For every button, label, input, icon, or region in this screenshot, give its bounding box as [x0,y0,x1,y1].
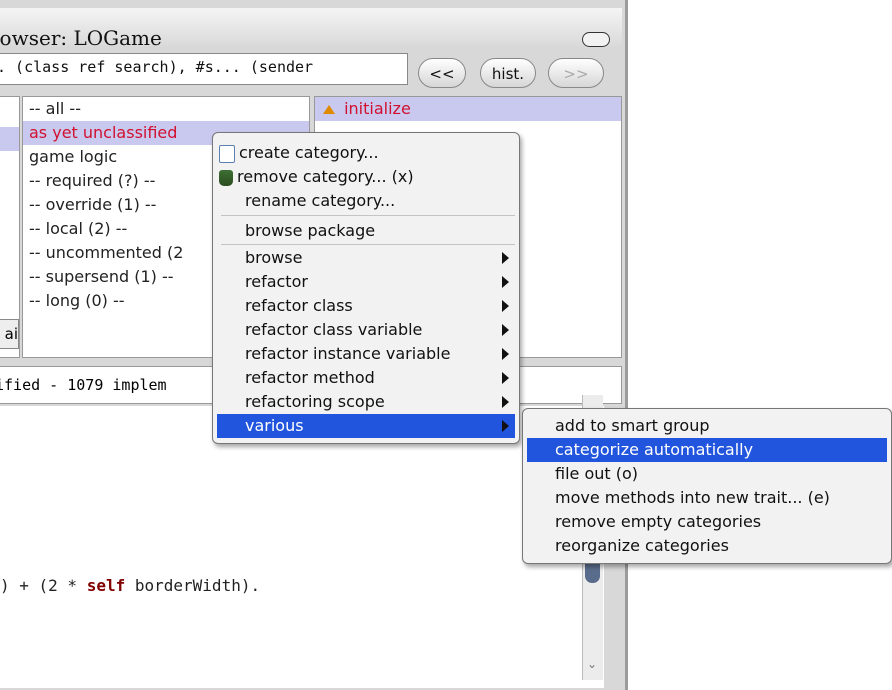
class-side-button[interactable]: ai [0,319,19,349]
submenu-arrow-icon [502,276,509,288]
category-item[interactable]: -- all -- [23,97,81,121]
window-title: rowser: LOGame [0,26,162,50]
history-back-button[interactable]: << [418,58,466,88]
menu-item-browse-package[interactable]: browse package [245,219,375,243]
category-item[interactable]: -- override (1) -- [23,193,156,217]
submenu-arrow-icon [502,324,509,336]
submenu-item-reorganize-categories[interactable]: reorganize categories [527,534,887,558]
submenu-arrow-icon [502,252,509,264]
override-arrow-icon [323,105,335,114]
submenu-item-categorize-automatically[interactable]: categorize automatically [527,438,887,462]
menu-item-remove-category[interactable]: remove category... (x) [219,165,414,189]
menu-item-browse[interactable]: browse [217,246,515,270]
category-item[interactable]: -- supersend (1) -- [23,265,174,289]
category-item[interactable]: -- required (?) -- [23,169,155,193]
window-collapse-button[interactable] [582,32,610,47]
scroll-down-icon[interactable]: ⌄ [587,657,597,671]
submenu-item-move-methods-into-new-trait[interactable]: move methods into new trait... (e) [527,486,887,510]
submenu-item-file-out[interactable]: file out (o) [527,462,887,486]
history-button[interactable]: hist. [480,58,536,88]
code-pane[interactable]: ) + (2 * self borderWidth). [0,406,604,688]
category-item[interactable]: game logic [23,145,117,169]
menu-separator [221,215,515,216]
code-line: ) + (2 * self borderWidth). [0,576,261,595]
menu-item-various[interactable]: various [217,414,515,438]
class-pane-selection [0,127,19,151]
search-field[interactable]: . (class ref search), #s... (sender [0,53,408,85]
menu-item-refactoring-scope[interactable]: refactoring scope [217,390,515,414]
menu-item-refactor-instance-variable[interactable]: refactor instance variable [217,342,515,366]
menu-item-refactor-class[interactable]: refactor class [217,294,515,318]
title-bar[interactable]: rowser: LOGame [0,8,622,50]
submenu-arrow-icon [502,300,509,312]
various-submenu: add to smart group categorize automatica… [522,408,892,564]
method-name: initialize [344,99,411,118]
method-item-selected[interactable]: initialize [315,97,621,121]
category-item[interactable]: -- local (2) -- [23,217,127,241]
new-document-icon [219,144,235,163]
history-forward-button[interactable]: >> [548,58,604,88]
menu-item-refactor-method[interactable]: refactor method [217,366,515,390]
menu-item-refactor-class-variable[interactable]: refactor class variable [217,318,515,342]
category-item[interactable]: -- uncommented (2 [23,241,183,265]
class-pane[interactable]: ai [0,96,20,358]
submenu-arrow-icon [502,396,509,408]
menu-separator [221,244,515,245]
trash-can-icon [219,169,233,186]
category-context-menu: create category... remove category... (x… [212,132,520,444]
menu-item-rename-category[interactable]: rename category... [245,189,395,213]
submenu-arrow-icon [502,420,509,432]
submenu-item-remove-empty-categories[interactable]: remove empty categories [527,510,887,534]
category-item[interactable]: -- long (0) -- [23,289,125,313]
menu-item-refactor[interactable]: refactor [217,270,515,294]
submenu-arrow-icon [502,348,509,360]
menu-item-create-category[interactable]: create category... [219,141,379,165]
submenu-item-add-to-smart-group[interactable]: add to smart group [527,414,887,438]
submenu-arrow-icon [502,372,509,384]
